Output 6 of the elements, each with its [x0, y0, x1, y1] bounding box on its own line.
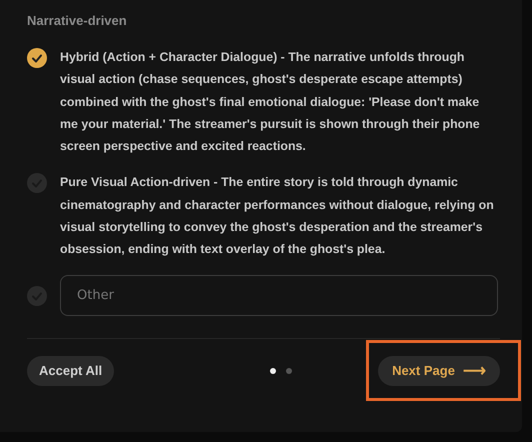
next-page-button[interactable]: Next Page ⟶ [378, 356, 500, 386]
option-text[interactable]: Hybrid (Action + Character Dialogue) - The narrative unfolds through visual action (chase sequences, ghost's desperate escape attempts) combined with the ghost's final emotional dialogue: 'Please don't make me your material.' The streamer's pursuit is shown through their phone screen perspective and excited reactions. [60, 46, 500, 158]
accept-all-button[interactable]: Accept All [27, 356, 114, 386]
option-text[interactable]: Pure Visual Action-driven - The entire story is told through dynamic cinematography and character performances without dialogue, relying on visual storytelling to convey the ghost's desperation and the streamer's obsession, ending with text overlay of the ghost's plea. [60, 171, 500, 261]
other-input-field[interactable]: Other [60, 274, 498, 316]
section-title: Narrative-driven [27, 12, 128, 30]
